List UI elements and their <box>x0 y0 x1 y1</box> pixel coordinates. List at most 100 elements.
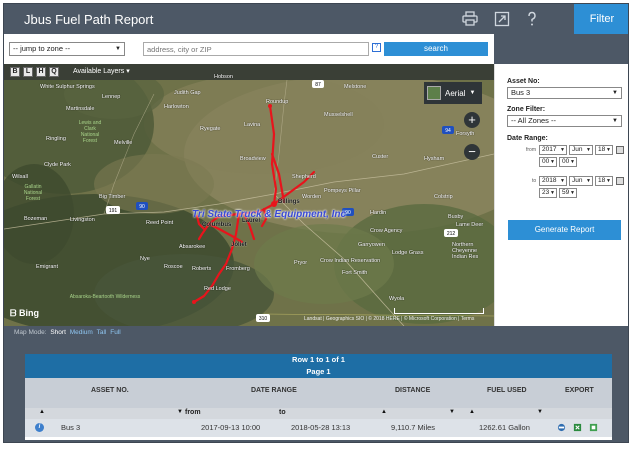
from-minute-select[interactable]: 00 ▼ <box>559 157 577 167</box>
chevron-down-icon: ▼ <box>570 190 575 196</box>
map-label: Bozeman <box>24 216 48 222</box>
to-year-value: 2018 <box>542 177 557 184</box>
address-input[interactable] <box>143 42 369 56</box>
map-mode-full[interactable]: Full <box>110 329 120 336</box>
to-day-select[interactable]: 18 ▼ <box>595 176 613 186</box>
available-layers-menu[interactable]: Available Layers ▾ <box>73 67 130 75</box>
map-label: Hardin <box>370 210 387 216</box>
svg-text:191: 191 <box>109 208 118 214</box>
asset-select[interactable]: Bus 3 ▼ <box>507 87 622 99</box>
bing-logo-icon: ᗷ <box>10 308 19 318</box>
aerial-thumbnail-icon <box>427 86 441 100</box>
zone-filter-select[interactable]: -- All Zones -- ▼ <box>507 115 622 127</box>
chevron-down-icon: ▼ <box>612 90 618 96</box>
sort-desc-icon[interactable]: ▼ <box>537 409 543 415</box>
map-label: Pryor <box>294 260 308 266</box>
sub-col-from: from <box>185 409 201 416</box>
printer-icon[interactable] <box>462 11 478 27</box>
map-label: Crow Indian Reservation <box>320 258 381 264</box>
from-hour-value: 00 <box>542 158 550 165</box>
from-day-select[interactable]: 18 ▼ <box>595 145 613 155</box>
map-mode-tall[interactable]: Tall <box>97 329 107 336</box>
map-label: Fromberg <box>226 266 250 272</box>
map-label: Melville <box>114 140 133 146</box>
cell-fuel: 1262.61 Gallon <box>479 423 530 432</box>
map-type-selector[interactable]: Aerial ▼ <box>424 82 482 104</box>
map-toolbar: B L H Q Available Layers ▾ <box>4 64 494 80</box>
map-mode-medium[interactable]: Medium <box>70 329 93 336</box>
map-label: Pompeys Pillar <box>324 188 361 194</box>
generate-report-button[interactable]: Generate Report <box>508 220 621 240</box>
map-label: Lame Deer <box>456 222 484 228</box>
chevron-down-icon: ▼ <box>570 159 575 165</box>
export-csv-icon[interactable] <box>589 423 598 432</box>
map-label: White Sulphur Springs <box>40 84 95 90</box>
from-month-select[interactable]: Jun ▼ <box>569 145 593 155</box>
chevron-down-icon: ▼ <box>606 178 611 184</box>
map-label: Ringling <box>46 136 66 142</box>
zoom-out-button[interactable]: − <box>464 144 480 160</box>
chevron-down-icon: ▼ <box>560 178 565 184</box>
asset-select-value: Bus 3 <box>511 88 531 97</box>
aerial-map-imagery: 191 90 310 90 94 212 87 <box>4 64 494 326</box>
sort-asc-icon[interactable]: ▲ <box>39 409 45 415</box>
map-copyright: Landsat | Geographics SIO | © 2018 HERE … <box>304 316 475 322</box>
to-hour-select[interactable]: 23 ▼ <box>539 188 557 198</box>
table-row[interactable]: i Bus 3 2017-09-13 10:00 2018-05-28 13:1… <box>25 419 612 437</box>
address-help-icon[interactable]: ? <box>372 43 381 52</box>
to-calendar-icon[interactable] <box>616 177 624 185</box>
map-label: Broadview <box>240 156 266 162</box>
map-tool-q[interactable]: Q <box>49 67 59 77</box>
from-year-select[interactable]: 2017 ▼ <box>539 145 567 155</box>
sort-asc-icon[interactable]: ▲ <box>381 409 387 415</box>
chevron-down-icon: ▼ <box>606 147 611 153</box>
zone-filter-label: Zone Filter: <box>507 106 546 113</box>
map-view[interactable]: 191 90 310 90 94 212 87 B L H Q Availabl… <box>4 64 494 326</box>
export-excel-icon[interactable] <box>573 423 582 432</box>
to-minute-value: 59 <box>562 189 570 196</box>
map-tool-l[interactable]: L <box>23 67 33 77</box>
from-minute-value: 00 <box>562 158 570 165</box>
to-month-select[interactable]: Jun ▼ <box>569 176 593 186</box>
col-distance[interactable]: DISTANCE <box>395 387 430 394</box>
search-button[interactable]: search <box>384 42 488 56</box>
map-label: Absaroka-Beartooth Wilderness <box>69 294 141 300</box>
map-label: Gallatin National Forest <box>23 184 43 202</box>
svg-text:310: 310 <box>259 316 268 322</box>
jump-to-zone-select[interactable]: -- jump to zone -- ▼ <box>9 42 125 56</box>
report-window: Jbus Fuel Path Report Filter -- jump to … <box>3 3 629 443</box>
map-tool-b[interactable]: B <box>10 67 20 77</box>
col-date-range[interactable]: DATE RANGE <box>251 387 297 394</box>
search-bar: -- jump to zone -- ▼ ? search <box>4 34 494 64</box>
map-mode-short[interactable]: Short <box>50 329 66 336</box>
header-bar: Jbus Fuel Path Report Filter <box>4 4 628 34</box>
sort-desc-icon[interactable]: ▼ <box>449 409 455 415</box>
col-export[interactable]: EXPORT <box>565 387 594 394</box>
col-fuel-used[interactable]: FUEL USED <box>487 387 527 394</box>
map-label: Judith Gap <box>174 90 201 96</box>
svg-text:94: 94 <box>445 128 451 134</box>
from-hour-select[interactable]: 00 ▼ <box>539 157 557 167</box>
map-tool-h[interactable]: H <box>36 67 46 77</box>
from-calendar-icon[interactable] <box>616 146 624 154</box>
help-icon[interactable] <box>524 11 540 27</box>
filter-button[interactable]: Filter <box>574 4 628 34</box>
map-label: Roberts <box>192 266 212 272</box>
external-link-icon[interactable] <box>494 11 510 27</box>
to-minute-select[interactable]: 59 ▼ <box>559 188 577 198</box>
zoom-in-button[interactable]: + <box>464 112 480 128</box>
to-year-select[interactable]: 2018 ▼ <box>539 176 567 186</box>
sort-desc-icon[interactable]: ▼ <box>177 409 183 415</box>
results-table: Row 1 to 1 of 1 Page 1 ASSET NO. DATE RA… <box>25 354 612 440</box>
map-label: Fort Smith <box>342 270 368 276</box>
sort-asc-icon[interactable]: ▲ <box>469 409 475 415</box>
map-label: Forsyth <box>456 131 475 137</box>
export-map-icon[interactable] <box>557 423 566 432</box>
svg-text:212: 212 <box>447 231 456 237</box>
col-asset[interactable]: ASSET NO. <box>91 387 129 394</box>
map-label: Shepherd <box>292 174 316 180</box>
info-icon[interactable]: i <box>35 423 44 432</box>
to-hour-value: 23 <box>542 189 550 196</box>
bing-logo-text: Bing <box>19 308 39 318</box>
map-label: Martinsdale <box>66 106 95 112</box>
